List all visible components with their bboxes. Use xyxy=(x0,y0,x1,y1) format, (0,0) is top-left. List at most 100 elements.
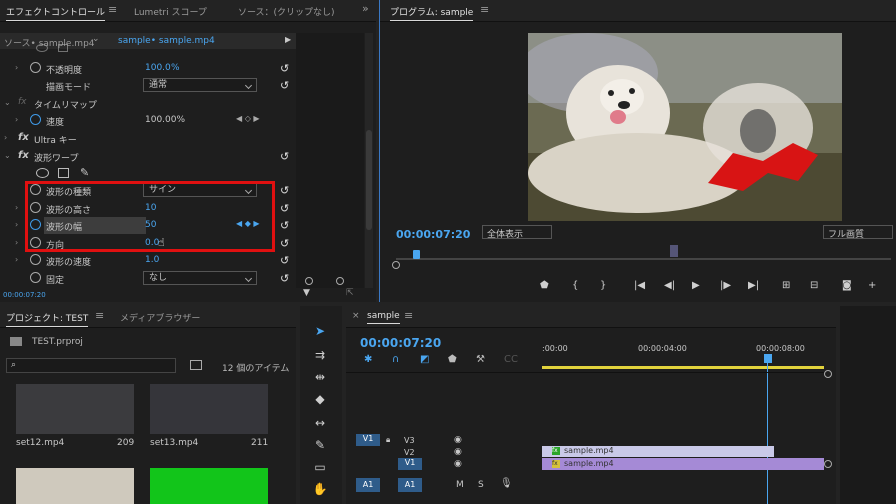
clip-label[interactable]: sample• sample.mp4 xyxy=(118,36,215,46)
marker-icon[interactable]: ⬟ xyxy=(540,280,549,291)
item-name[interactable]: set13.mp4 xyxy=(150,438,198,448)
reset-icon[interactable]: ↺ xyxy=(280,219,289,232)
export-icon[interactable]: ⇱ xyxy=(346,288,354,298)
chevron-down-icon[interactable]: ⌄ xyxy=(92,34,100,44)
ec-zoom-handle[interactable] xyxy=(305,277,313,285)
timeline-scroll-handle-bottom[interactable] xyxy=(824,460,832,468)
tab-project[interactable]: プロジェクト: TEST xyxy=(6,311,89,327)
solo-button[interactable]: S xyxy=(478,480,484,490)
reset-icon[interactable]: ↺ xyxy=(280,202,289,215)
item-name[interactable]: set12.mp4 xyxy=(16,438,64,448)
timeline-timecode[interactable]: 00:00:07:20 xyxy=(360,336,441,350)
source-patch-v1[interactable]: V1 xyxy=(356,434,380,446)
wave-speed-value[interactable]: 1.0 xyxy=(145,255,159,265)
source-patch-a1[interactable]: A1 xyxy=(356,478,380,492)
rect-mask-icon[interactable] xyxy=(58,44,68,52)
timeline-playhead-handle[interactable] xyxy=(764,354,772,363)
quality-dropdown[interactable]: フル画質 xyxy=(823,225,893,240)
more-panels-icon[interactable]: » xyxy=(362,2,369,15)
chevron-down-icon[interactable]: ⌄ xyxy=(4,98,11,107)
track-v1-label[interactable]: V1 xyxy=(398,458,422,470)
thumbnail-set12[interactable] xyxy=(16,384,134,434)
keyframe-nav-icon[interactable]: ◀ ◇ ▶ xyxy=(236,114,260,123)
go-to-in-icon[interactable]: |◀ xyxy=(634,280,645,291)
add-button-icon[interactable]: + xyxy=(868,280,876,291)
reset-icon[interactable]: ↺ xyxy=(280,237,289,250)
chevron-down-icon[interactable]: ⌄ xyxy=(4,151,11,160)
nest-icon[interactable]: ✱ xyxy=(364,354,372,365)
ec-zoom-handle-right[interactable] xyxy=(336,277,344,285)
pen-icon[interactable]: ✎ xyxy=(311,436,329,454)
filter-icon[interactable]: ▼ xyxy=(303,288,310,298)
reset-icon[interactable]: ↺ xyxy=(280,272,289,285)
program-timecode[interactable]: 00:00:07:20 xyxy=(396,228,470,241)
eye-icon[interactable]: ◉ xyxy=(454,459,462,469)
eye-icon[interactable]: ◉ xyxy=(454,447,462,457)
zoom-dropdown[interactable]: 全体表示 xyxy=(482,225,552,240)
panel-menu-icon[interactable]: ≡ xyxy=(95,309,104,322)
step-back-icon[interactable]: ◀| xyxy=(664,280,675,291)
chevron-right-icon[interactable]: › xyxy=(15,115,18,124)
ellipse-mask-icon[interactable] xyxy=(36,44,48,52)
program-scrub-bar[interactable] xyxy=(396,258,891,260)
reset-icon[interactable]: ↺ xyxy=(280,79,289,92)
speed-value[interactable]: 100.00% xyxy=(145,115,185,125)
mark-in-icon[interactable]: { xyxy=(572,280,578,291)
extract-icon[interactable]: ⊟ xyxy=(810,280,818,291)
tab-effect-controls[interactable]: エフェクトコントロール xyxy=(6,5,106,21)
new-bin-icon[interactable] xyxy=(190,360,202,370)
mark-out-icon[interactable]: } xyxy=(600,280,606,291)
selection-tool-icon[interactable]: ➤ xyxy=(311,322,329,340)
lock-icon[interactable]: 🔒︎ xyxy=(386,435,390,445)
panel-menu-icon[interactable]: ≡ xyxy=(404,309,413,322)
tab-sequence[interactable]: sample xyxy=(367,311,400,324)
chevron-right-icon[interactable]: › xyxy=(15,255,18,264)
go-to-out-icon[interactable]: ▶| xyxy=(748,280,759,291)
rectangle-icon[interactable]: ▭ xyxy=(311,458,329,476)
fx-icon[interactable]: fx xyxy=(18,132,29,143)
chevron-right-icon[interactable]: › xyxy=(15,203,18,212)
ellipse-mask-icon[interactable] xyxy=(36,168,49,178)
track-v3-label[interactable]: V3 xyxy=(404,436,415,445)
chevron-right-icon[interactable]: › xyxy=(15,238,18,247)
track-a1-label[interactable]: A1 xyxy=(398,478,422,492)
eye-icon[interactable]: ◉ xyxy=(454,435,462,445)
zoom-handle-left[interactable] xyxy=(392,261,400,269)
pen-mask-icon[interactable]: ✎ xyxy=(80,166,89,179)
reset-icon[interactable]: ↺ xyxy=(280,184,289,197)
fx-icon[interactable]: fx xyxy=(18,150,29,161)
blend-mode-dropdown[interactable]: 通常 xyxy=(143,78,257,92)
mic-icon[interactable]: 🎙︎ xyxy=(500,478,513,489)
opacity-value[interactable]: 100.0 xyxy=(145,63,171,73)
reset-icon[interactable]: ↺ xyxy=(280,254,289,267)
thumbnail-set13[interactable] xyxy=(150,384,268,434)
chevron-right-icon[interactable]: › xyxy=(15,63,18,72)
reset-icon[interactable]: ↺ xyxy=(280,150,289,163)
reset-icon[interactable]: ↺ xyxy=(280,62,289,75)
captions-icon[interactable]: CC xyxy=(504,354,518,365)
search-input[interactable]: ⌕ xyxy=(6,358,176,373)
program-playhead[interactable] xyxy=(413,250,420,259)
marker-icon[interactable]: ⬟ xyxy=(448,354,457,365)
stopwatch-icon[interactable] xyxy=(30,114,41,125)
wrench-icon[interactable]: ⚒ xyxy=(476,354,485,365)
step-forward-icon[interactable]: |▶ xyxy=(720,280,731,291)
hand-icon[interactable]: ✋ xyxy=(311,480,329,498)
work-area-bar[interactable] xyxy=(542,366,824,369)
pin-dropdown[interactable]: なし xyxy=(143,271,257,285)
camera-icon[interactable]: ◙ xyxy=(842,280,852,291)
tab-media-browser[interactable]: メディアブラウザー xyxy=(120,311,200,324)
panel-menu-icon[interactable]: ≡ xyxy=(108,3,117,16)
tab-program[interactable]: プログラム: sample xyxy=(390,5,474,21)
track-v2-label[interactable]: V2 xyxy=(404,448,415,457)
chevron-right-icon[interactable]: › xyxy=(15,220,18,229)
linked-select-icon[interactable]: ◩ xyxy=(420,354,429,365)
stopwatch-icon[interactable] xyxy=(30,272,41,283)
thumbnail-green[interactable] xyxy=(150,468,268,504)
razor-icon[interactable]: ◆ xyxy=(311,390,329,408)
ripple-edit-icon[interactable]: ⇹ xyxy=(311,368,329,386)
chevron-right-icon[interactable]: › xyxy=(4,133,7,142)
close-icon[interactable]: × xyxy=(352,311,360,321)
panel-menu-icon[interactable]: ≡ xyxy=(480,3,489,16)
thumbnail-dog[interactable] xyxy=(16,468,134,504)
